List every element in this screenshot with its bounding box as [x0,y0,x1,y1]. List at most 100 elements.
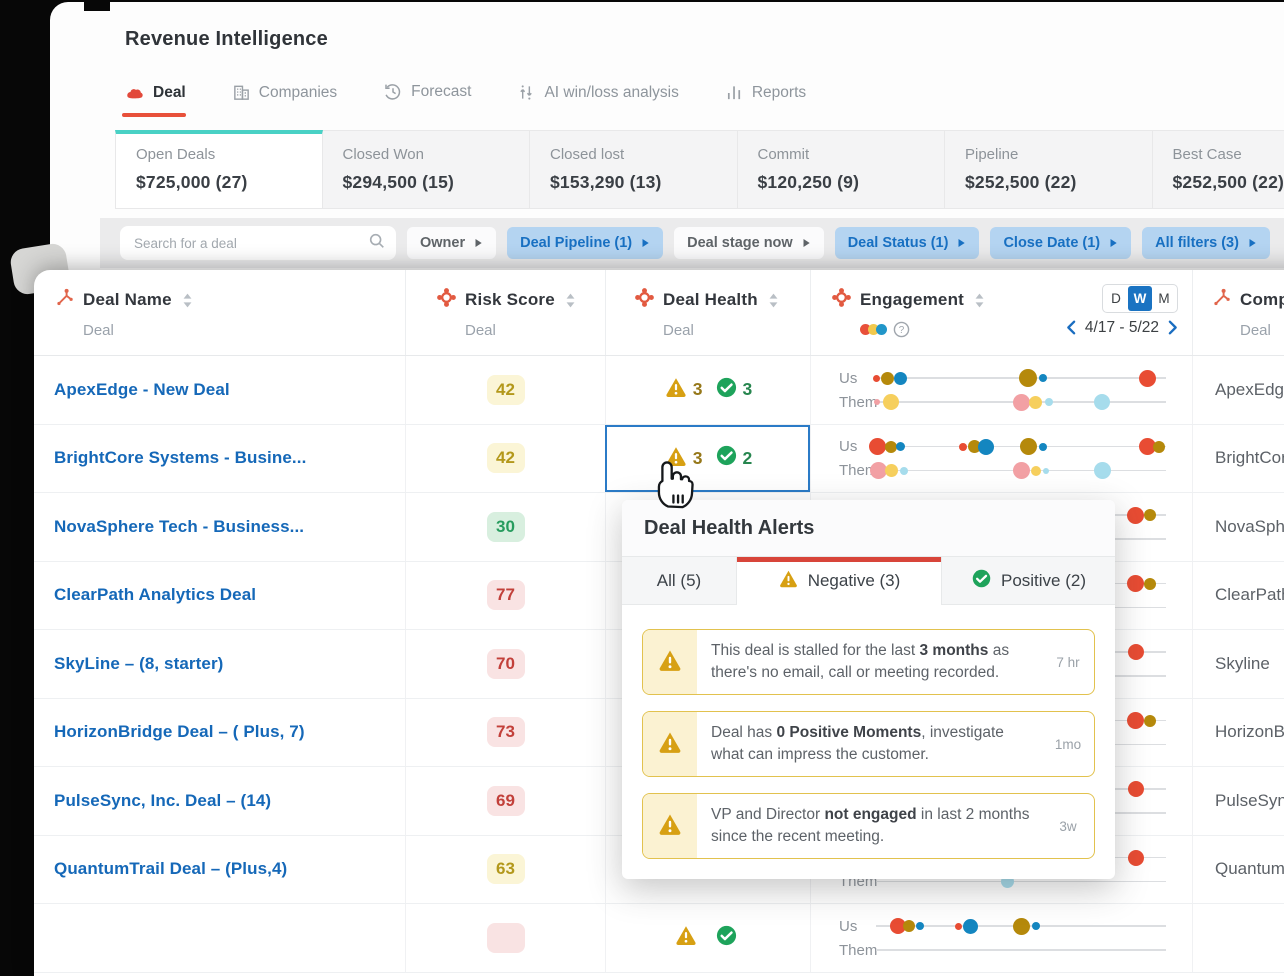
summary-cards: Open Deals$725,000 (27)Closed Won$294,50… [115,130,1284,209]
deal-health-cell[interactable]: 32 [605,425,810,493]
deal-name-link[interactable]: ApexEdge - New Deal [34,356,405,424]
engagement-us-line: Us [811,914,1192,938]
deal-name-link[interactable]: SkyLine – (8, starter) [34,630,405,698]
tab-deal[interactable]: Deal [125,84,186,117]
summary-card-best-case[interactable]: Best Case$252,500 (22) [1153,130,1284,209]
search-box[interactable] [120,226,396,260]
warning-icon [657,647,683,678]
engagement-dot-lightblue [900,467,908,475]
engagement-us-label: Us [839,370,876,387]
popup-alert-list: This deal is stalled for the last 3 mont… [622,605,1115,879]
filter-chip-owner[interactable]: Owner [407,227,496,259]
tab-reports[interactable]: Reports [725,83,806,117]
alert-icon-strip [643,712,697,776]
tab-label: Companies [259,84,337,102]
summary-card-value: $294,500 (15) [343,172,530,193]
risk-score-badge: 73 [487,717,525,747]
caret-right-icon [1248,238,1257,248]
deal-name-link[interactable]: NovaSphere Tech - Business... [34,493,405,561]
column-header-risk-score[interactable]: Risk Score Deal [405,270,605,355]
engagement-dot-red [869,438,886,455]
column-header-company[interactable]: Company Deal [1192,270,1284,355]
popup-tab-negative-3[interactable]: Negative (3) [737,557,942,605]
granularity-toggle: DWM [1102,284,1178,313]
help-icon[interactable]: ? [893,321,910,338]
sort-icon[interactable] [565,292,576,309]
hubspot-sprocket-icon [1211,287,1232,313]
tab-ai-win-loss[interactable]: AI win/loss analysis [517,83,678,117]
filter-chip-deal-status-1[interactable]: Deal Status (1) [835,227,980,259]
engagement-dot-pink [1013,394,1030,411]
column-header-deal-name[interactable]: Deal Name Deal [34,270,405,355]
tab-companies[interactable]: Companies [232,83,337,117]
engagement-us-track [876,435,1166,459]
engagement-dot-blue [1032,922,1040,930]
granularity-option-d[interactable]: D [1104,286,1128,311]
column-header-deal-health[interactable]: Deal Health Deal [605,270,810,355]
engagement-dot-red [955,923,962,930]
ai-icon [517,83,536,102]
engagement-dot-red [1128,644,1144,660]
filter-chip-label: Deal Status (1) [848,235,949,251]
tab-label: Forecast [411,83,471,101]
filter-chip-label: Owner [420,235,465,251]
alert-icon-strip [643,794,697,858]
deal-name-link[interactable] [34,904,405,972]
column-subtitle: Deal [663,322,810,339]
deal-name-link[interactable]: PulseSync, Inc. Deal – (14) [34,767,405,835]
column-header-engagement[interactable]: Engagement ? DWM 4/17 - 5/22 [810,270,1192,355]
chevron-left-icon[interactable] [1062,318,1081,337]
sort-icon[interactable] [974,292,985,309]
filter-chip-label: All filters (3) [1155,235,1239,251]
summary-card-commit[interactable]: Commit$120,250 (9) [738,130,946,209]
sort-icon[interactable] [182,292,193,309]
engagement-us-label: Us [839,918,876,935]
hubspot-sprocket-icon [54,287,75,313]
engagement-dot-olive [881,372,894,385]
risk-score-badge: 70 [487,649,525,679]
company-cell: Skyline [1192,630,1284,698]
summary-card-closed-lost[interactable]: Closed lost $153,290 (13) [530,130,738,209]
header-panel: Revenue Intelligence DealCompaniesForeca… [50,2,1284,274]
engagement-dot-yellow [1031,466,1041,476]
engagement-dot-olive [1153,441,1165,453]
warning-icon [657,729,683,760]
deal-name-link[interactable]: QuantumTrail Deal – (Plus,4) [34,836,405,904]
summary-card-open-deals[interactable]: Open Deals$725,000 (27) [115,130,323,209]
deal-health-cell[interactable] [605,904,810,972]
engagement-dot-pink [1013,462,1030,479]
summary-card-value: $725,000 (27) [136,172,322,193]
engagement-dot-red [1128,850,1144,866]
negative-alerts [674,923,703,952]
deal-name-link[interactable]: ClearPath Analytics Deal [34,562,405,630]
filter-chip-all-filters-3[interactable]: All filters (3) [1142,227,1270,259]
chevron-right-icon[interactable] [1163,318,1182,337]
deal-name-link[interactable]: BrightCore Systems - Busine... [34,425,405,493]
engagement-dot-yellow [883,394,899,410]
deal-health-cell[interactable]: 33 [605,356,810,424]
filter-chip-deal-stage-now[interactable]: Deal stage now [674,227,824,259]
alert-timestamp: 3w [1042,794,1094,858]
search-input[interactable] [132,235,368,252]
column-subtitle: Deal [1240,322,1284,339]
deal-name-link[interactable]: HorizonBridge Deal – ( Plus, 7) [34,699,405,767]
engagement-dot-lightblue [1094,394,1110,410]
summary-card-closed-won[interactable]: Closed Won$294,500 (15) [323,130,531,209]
alert-icon-strip [643,630,697,694]
summary-card-value: $153,290 (13) [550,172,737,193]
filter-chip-deal-pipeline-1[interactable]: Deal Pipeline (1) [507,227,663,259]
engagement-dot-lightblue [1045,398,1053,406]
engagement-dot-olive [903,920,915,932]
filter-chip-close-date-1[interactable]: Close Date (1) [990,227,1131,259]
tab-forecast[interactable]: Forecast [383,82,471,117]
popup-tab-all-5[interactable]: All (5) [622,557,737,605]
alert-text: Deal has 0 Positive Moments, investigate… [697,712,1042,776]
summary-card-pipeline[interactable]: Pipeline$252,500 (22) [945,130,1153,209]
summary-card-label: Closed lost [550,146,737,163]
company-cell: ApexEdge [1192,356,1284,424]
sort-icon[interactable] [768,292,779,309]
granularity-option-m[interactable]: M [1152,286,1176,311]
granularity-option-w[interactable]: W [1128,286,1152,311]
risk-score-badge: 42 [487,375,525,405]
popup-tab-positive-2[interactable]: Positive (2) [942,557,1115,605]
